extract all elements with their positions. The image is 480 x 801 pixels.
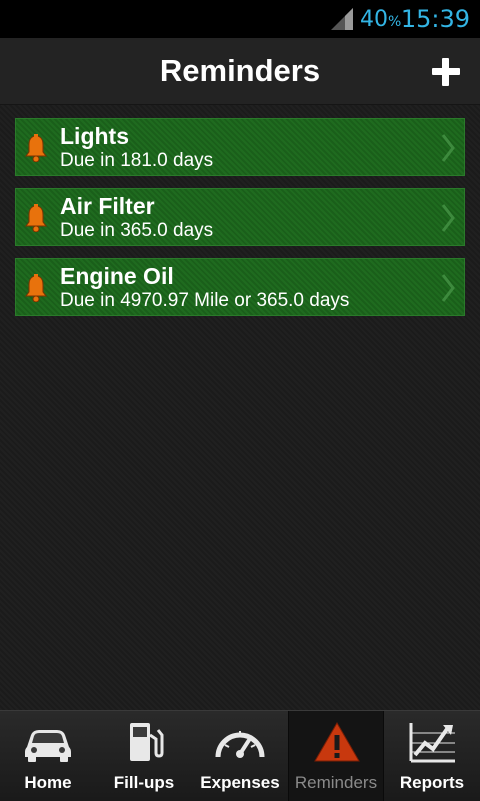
reminder-list: Lights Due in 181.0 days Air Filter Due …	[0, 105, 480, 710]
nav-label: Reminders	[294, 773, 378, 792]
reminder-title: Air Filter	[60, 193, 155, 219]
chevron-right-icon	[441, 204, 455, 232]
speedometer-icon	[215, 731, 265, 758]
nav-fill-ups[interactable]: Fill-ups	[96, 711, 192, 801]
nav-label: Expenses	[200, 773, 280, 792]
car-icon	[25, 730, 71, 762]
page-title: Reminders	[159, 53, 321, 88]
status-bar: 40% 15:39	[0, 0, 480, 38]
nav-reminders[interactable]: Reminders	[288, 711, 384, 801]
nav-expenses[interactable]: Expenses	[192, 711, 288, 801]
fuel-pump-icon	[130, 723, 164, 761]
bell-icon	[25, 134, 47, 162]
clock: 15:39	[400, 5, 470, 33]
bottom-nav: Home Fill-ups Expenses Reminders Reports	[0, 710, 480, 801]
list-item[interactable]: Lights Due in 181.0 days	[15, 118, 465, 176]
add-reminder-button[interactable]	[426, 52, 466, 92]
bell-icon	[25, 204, 47, 232]
nav-label: Reports	[399, 773, 465, 792]
reminder-due: Due in 181.0 days	[60, 150, 214, 171]
chart-icon	[409, 723, 455, 763]
bell-icon	[25, 274, 47, 302]
list-item[interactable]: Air Filter Due in 365.0 days	[15, 188, 465, 246]
reminder-due: Due in 4970.97 Mile or 365.0 days	[60, 290, 350, 311]
nav-reports[interactable]: Reports	[384, 711, 480, 801]
chevron-right-icon	[441, 274, 455, 302]
warning-icon	[314, 722, 360, 762]
nav-label: Home	[24, 773, 72, 792]
list-item[interactable]: Engine Oil Due in 4970.97 Mile or 365.0 …	[15, 258, 465, 316]
nav-home[interactable]: Home	[0, 711, 96, 801]
battery-percentage: 40%	[360, 7, 402, 32]
reminder-title: Lights	[60, 123, 129, 149]
app-header: Reminders	[0, 38, 480, 105]
reminder-title: Engine Oil	[60, 263, 174, 289]
signal-icon	[331, 8, 353, 30]
nav-label: Fill-ups	[113, 773, 175, 792]
chevron-right-icon	[441, 134, 455, 162]
reminder-due: Due in 365.0 days	[60, 220, 214, 241]
